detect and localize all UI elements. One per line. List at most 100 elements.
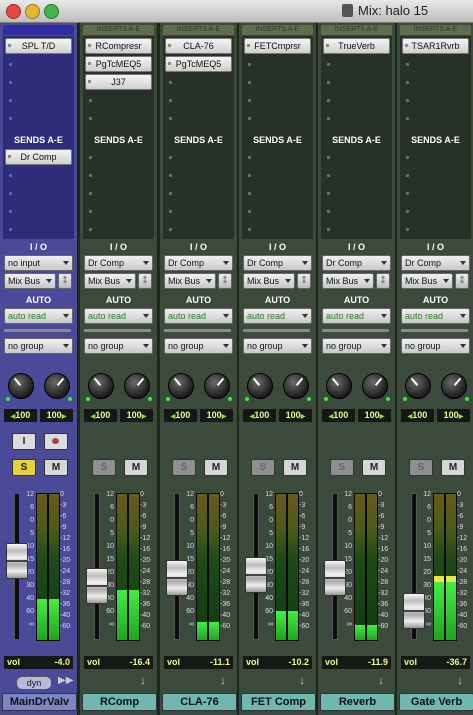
- mute-button[interactable]: M: [283, 459, 307, 476]
- solo-button[interactable]: S: [12, 459, 36, 476]
- output-selector[interactable]: Mix Bus: [164, 273, 216, 289]
- insert-slot-button[interactable]: TSAR1Rvrb: [402, 38, 469, 54]
- input-selector[interactable]: Dr Comp: [84, 255, 153, 271]
- fader-track[interactable]: [94, 493, 100, 640]
- track-name-plate[interactable]: FET Comp: [241, 693, 316, 711]
- empty-insert-slot[interactable]: [85, 92, 152, 108]
- group-selector[interactable]: no group: [243, 338, 312, 354]
- track-name-plate[interactable]: CLA-76: [162, 693, 237, 711]
- track-name-plate[interactable]: RComp: [82, 693, 157, 711]
- output-pin-icon[interactable]: ⁑: [138, 273, 152, 289]
- output-selector[interactable]: Mix Bus: [84, 273, 136, 289]
- empty-send-slot[interactable]: [323, 221, 390, 237]
- pan-right-value[interactable]: 100▶: [40, 409, 73, 422]
- dyn-button[interactable]: dyn: [16, 676, 52, 690]
- empty-send-slot[interactable]: [402, 221, 469, 237]
- empty-send-slot[interactable]: [5, 167, 72, 183]
- solo-button[interactable]: S: [92, 459, 116, 476]
- track-name-plate[interactable]: MainDrVaIv: [2, 693, 77, 711]
- automation-mode-selector[interactable]: auto read: [84, 308, 153, 324]
- empty-insert-slot[interactable]: [165, 74, 232, 90]
- pan-left-knob[interactable]: [403, 373, 431, 401]
- empty-send-slot[interactable]: [5, 185, 72, 201]
- pan-left-value[interactable]: ◀100: [4, 409, 37, 422]
- empty-insert-slot[interactable]: [402, 56, 469, 72]
- pan-right-knob[interactable]: [44, 373, 72, 401]
- down-arrow-icon[interactable]: ↓: [297, 675, 307, 687]
- record-enable-button[interactable]: [44, 433, 68, 450]
- pan-left-knob[interactable]: [245, 373, 273, 401]
- insert-slot-button[interactable]: PgTcMEQ5: [165, 56, 232, 72]
- insert-slot-button[interactable]: RCompresr: [85, 38, 152, 54]
- pan-right-value[interactable]: 100▶: [120, 409, 153, 422]
- empty-send-slot[interactable]: [244, 203, 311, 219]
- input-monitor-button[interactable]: I: [12, 433, 36, 450]
- empty-send-slot[interactable]: [402, 203, 469, 219]
- solo-button[interactable]: S: [330, 459, 354, 476]
- output-pin-icon[interactable]: ⁑: [58, 273, 72, 289]
- volume-readout[interactable]: vol -10.2: [243, 656, 312, 669]
- empty-insert-slot[interactable]: [244, 56, 311, 72]
- volume-fader-handle[interactable]: [6, 542, 28, 579]
- empty-insert-slot[interactable]: [244, 92, 311, 108]
- close-window-button[interactable]: [6, 4, 21, 19]
- solo-button[interactable]: S: [409, 459, 433, 476]
- track-name-plate[interactable]: Reverb: [320, 693, 395, 711]
- solo-button[interactable]: S: [172, 459, 196, 476]
- output-pin-icon[interactable]: ⁑: [376, 273, 390, 289]
- mute-button[interactable]: M: [204, 459, 228, 476]
- empty-insert-slot[interactable]: [244, 74, 311, 90]
- minimize-window-button[interactable]: [25, 4, 40, 19]
- empty-send-slot[interactable]: [244, 167, 311, 183]
- empty-insert-slot[interactable]: [85, 110, 152, 126]
- track-name-plate[interactable]: Gate Verb: [399, 693, 473, 711]
- group-selector[interactable]: no group: [164, 338, 233, 354]
- empty-send-slot[interactable]: [85, 203, 152, 219]
- empty-send-slot[interactable]: [165, 185, 232, 201]
- empty-insert-slot[interactable]: [244, 110, 311, 126]
- volume-fader-handle[interactable]: [403, 592, 425, 629]
- empty-insert-slot[interactable]: [323, 74, 390, 90]
- empty-insert-slot[interactable]: [5, 56, 72, 72]
- insert-slot-button[interactable]: FETCmprsr: [244, 38, 311, 54]
- empty-insert-slot[interactable]: [165, 110, 232, 126]
- pan-right-value[interactable]: 100▶: [279, 409, 312, 422]
- input-selector[interactable]: Dr Comp: [243, 255, 312, 271]
- empty-insert-slot[interactable]: [323, 56, 390, 72]
- output-pin-icon[interactable]: ⁑: [297, 273, 311, 289]
- mute-button[interactable]: M: [441, 459, 465, 476]
- mute-button[interactable]: M: [124, 459, 148, 476]
- empty-send-slot[interactable]: [85, 149, 152, 165]
- pan-left-value[interactable]: ◀100: [401, 409, 434, 422]
- volume-readout[interactable]: vol -36.7: [401, 656, 470, 669]
- volume-fader-handle[interactable]: [324, 559, 346, 596]
- pan-right-value[interactable]: 100▶: [358, 409, 391, 422]
- pan-left-knob[interactable]: [324, 373, 352, 401]
- insert-slot-button[interactable]: SPL T/D: [5, 38, 72, 54]
- group-selector[interactable]: no group: [4, 338, 73, 354]
- volume-fader-handle[interactable]: [86, 568, 108, 605]
- output-pin-icon[interactable]: ⁑: [455, 273, 469, 289]
- empty-insert-slot[interactable]: [323, 92, 390, 108]
- empty-insert-slot[interactable]: [5, 74, 72, 90]
- pan-right-knob[interactable]: [204, 373, 232, 401]
- input-selector[interactable]: Dr Comp: [401, 255, 470, 271]
- empty-insert-slot[interactable]: [5, 110, 72, 126]
- empty-insert-slot[interactable]: [402, 74, 469, 90]
- empty-send-slot[interactable]: [5, 221, 72, 237]
- empty-send-slot[interactable]: [323, 167, 390, 183]
- insert-slot-button[interactable]: J37: [85, 74, 152, 90]
- pan-left-value[interactable]: ◀100: [84, 409, 117, 422]
- down-arrow-icon[interactable]: ↓: [376, 675, 386, 687]
- input-selector[interactable]: Dr Comp: [322, 255, 391, 271]
- volume-fader-handle[interactable]: [166, 559, 188, 596]
- empty-send-slot[interactable]: [165, 203, 232, 219]
- pan-right-value[interactable]: 100▶: [200, 409, 233, 422]
- output-pin-icon[interactable]: ⁑: [218, 273, 232, 289]
- empty-insert-slot[interactable]: [323, 110, 390, 126]
- pan-left-value[interactable]: ◀100: [243, 409, 276, 422]
- volume-fader-handle[interactable]: [245, 557, 267, 594]
- empty-send-slot[interactable]: [165, 149, 232, 165]
- pan-right-value[interactable]: 100▶: [437, 409, 470, 422]
- empty-send-slot[interactable]: [165, 167, 232, 183]
